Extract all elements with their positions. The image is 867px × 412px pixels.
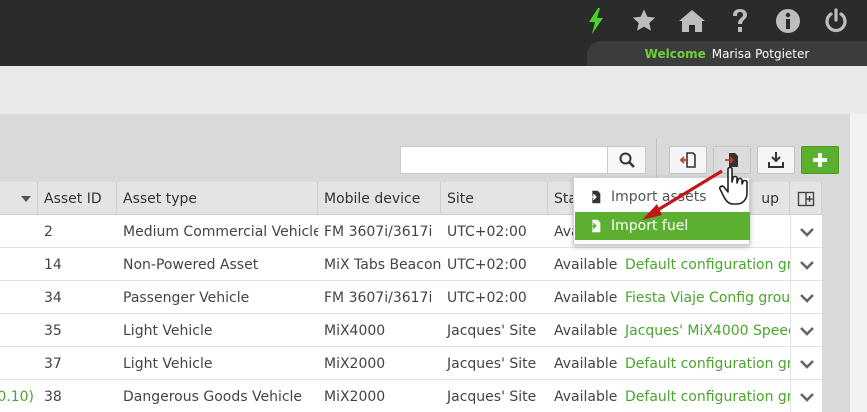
- row-cell-status: Available: [554, 355, 618, 372]
- row-cell-selector: [0, 281, 38, 314]
- row-cell-asset-id: 34: [44, 289, 62, 306]
- download-button[interactable]: [757, 146, 795, 174]
- table-row[interactable]: 14 Non-Powered Asset MiX Tabs Beacon UTC+02…: [0, 248, 822, 281]
- table-row[interactable]: 37 Light Vehicle MiX2000 Jacques' Site Avail…: [0, 347, 822, 380]
- column-chooser-icon: [797, 191, 814, 206]
- row-cell-asset-type: Passenger Vehicle: [123, 289, 250, 306]
- hand-cursor-icon: [719, 166, 748, 205]
- power-icon[interactable]: [817, 6, 855, 36]
- row-cell-site: Jacques' Site: [447, 355, 537, 372]
- row-cell-mobile-device: MiX Tabs Beacon: [324, 256, 441, 273]
- row-cell-asset-type: Non-Powered Asset: [123, 256, 259, 273]
- row-cell-group[interactable]: Default configuration gro: [619, 248, 790, 281]
- row-cell-group[interactable]: Jacques' MiX4000 Speed: [619, 314, 790, 347]
- table-row[interactable]: 0.10) 38 Dangerous Goods Vehicle MiX2000 Jac…: [0, 380, 822, 412]
- search-icon: [619, 152, 635, 168]
- row-cell-mobile-device: FM 3607i/3617i: [324, 289, 433, 306]
- row-cell-selector: [0, 248, 38, 281]
- row-cell-status: Available: [554, 322, 618, 339]
- table-row[interactable]: 35 Light Vehicle MiX4000 Jacques' Site Avail…: [0, 314, 822, 347]
- caret-down-icon: [21, 195, 31, 202]
- search-input[interactable]: [400, 146, 608, 174]
- row-cell-selector: [0, 215, 38, 248]
- row-cell-selector: [0, 314, 38, 347]
- lightning-icon[interactable]: [577, 6, 615, 36]
- top-navigation-bar: Welcome Marisa Potgieter: [0, 0, 867, 66]
- row-cell-asset-id: 38: [44, 388, 62, 405]
- search-button[interactable]: [608, 146, 646, 174]
- row-cell-site: Jacques' Site: [447, 322, 537, 339]
- menu-item-label: Import fuel: [611, 218, 689, 234]
- row-cell-mobile-device: MiX2000: [324, 388, 386, 405]
- chevron-down-icon: [799, 326, 814, 336]
- table-row[interactable]: 34 Passenger Vehicle FM 3607i/3617i UTC+02:…: [0, 281, 822, 314]
- row-cell-asset-id: 2: [44, 223, 53, 240]
- row-cell-group[interactable]: Default configuration gro: [619, 347, 790, 380]
- row-expand-button[interactable]: [790, 248, 822, 281]
- chevron-down-icon: [799, 392, 814, 402]
- row-cell-mobile-device: FM 3607i/3617i: [324, 223, 433, 240]
- row-cell-site: UTC+02:00: [447, 223, 527, 240]
- add-button[interactable]: [801, 146, 839, 174]
- row-expand-button[interactable]: [790, 215, 822, 248]
- star-icon[interactable]: [625, 6, 663, 36]
- row-cell-asset-type: Light Vehicle: [123, 355, 213, 372]
- row-cell-asset-id: 37: [44, 355, 62, 372]
- import-icon: [588, 190, 601, 204]
- row-expand-button[interactable]: [790, 380, 822, 412]
- row-cell-asset-id: 14: [44, 256, 62, 273]
- search-group: [400, 146, 646, 174]
- row-cell-mobile-device: MiX4000: [324, 322, 386, 339]
- row-expand-button[interactable]: [790, 314, 822, 347]
- column-header-sort[interactable]: [0, 182, 38, 215]
- row-cell-site: UTC+02:00: [447, 256, 527, 273]
- row-cell-mobile-device: MiX2000: [324, 355, 386, 372]
- row-cell-group[interactable]: Default configuration gro: [619, 380, 790, 412]
- row-cell-selector: [0, 347, 38, 380]
- row-cell-status: Available: [554, 289, 618, 306]
- column-chooser-button[interactable]: [790, 182, 822, 215]
- welcome-tab: Welcome Marisa Potgieter: [587, 41, 867, 66]
- sub-header-bar: [0, 66, 867, 114]
- row-cell-site: UTC+02:00: [447, 289, 527, 306]
- row-cell-status: Available: [554, 388, 618, 405]
- chevron-down-icon: [799, 359, 814, 369]
- welcome-label: Welcome: [644, 46, 706, 61]
- row-cell-asset-type: Medium Commercial Vehicle: [123, 223, 318, 240]
- row-cell-status: Available: [554, 256, 618, 273]
- add-icon: [813, 153, 827, 167]
- column-header-asset-type[interactable]: Asset type: [117, 182, 318, 215]
- menu-item-import-fuel[interactable]: Import fuel: [575, 212, 750, 240]
- import-icon: [588, 219, 601, 233]
- chevron-down-icon: [799, 293, 814, 303]
- row-cell-asset-type: Light Vehicle: [123, 322, 213, 339]
- import-export-button[interactable]: [669, 146, 707, 174]
- column-header-site[interactable]: Site: [441, 182, 548, 215]
- home-icon[interactable]: [673, 6, 711, 36]
- row-cell-asset-id: 35: [44, 322, 62, 339]
- row-expand-button[interactable]: [790, 347, 822, 380]
- row-expand-button[interactable]: [790, 281, 822, 314]
- column-header-asset-id[interactable]: Asset ID: [38, 182, 117, 215]
- row-cell-site: Jacques' Site: [447, 388, 537, 405]
- chevron-down-icon: [799, 227, 814, 237]
- top-icons: [577, 6, 855, 36]
- column-header-mobile-device[interactable]: Mobile device: [318, 182, 441, 215]
- download-icon: [768, 152, 784, 168]
- menu-item-label: Import assets: [611, 189, 707, 205]
- row-cell-asset-type: Dangerous Goods Vehicle: [123, 388, 303, 405]
- chevron-down-icon: [799, 260, 814, 270]
- row-cell-selector: 0.10): [0, 388, 34, 405]
- import-export-icon: [679, 152, 696, 168]
- row-cell-group[interactable]: Fiesta Viaje Config group: [619, 281, 790, 314]
- info-icon[interactable]: [769, 6, 807, 36]
- help-icon[interactable]: [721, 6, 759, 36]
- user-name[interactable]: Marisa Potgieter: [712, 47, 810, 61]
